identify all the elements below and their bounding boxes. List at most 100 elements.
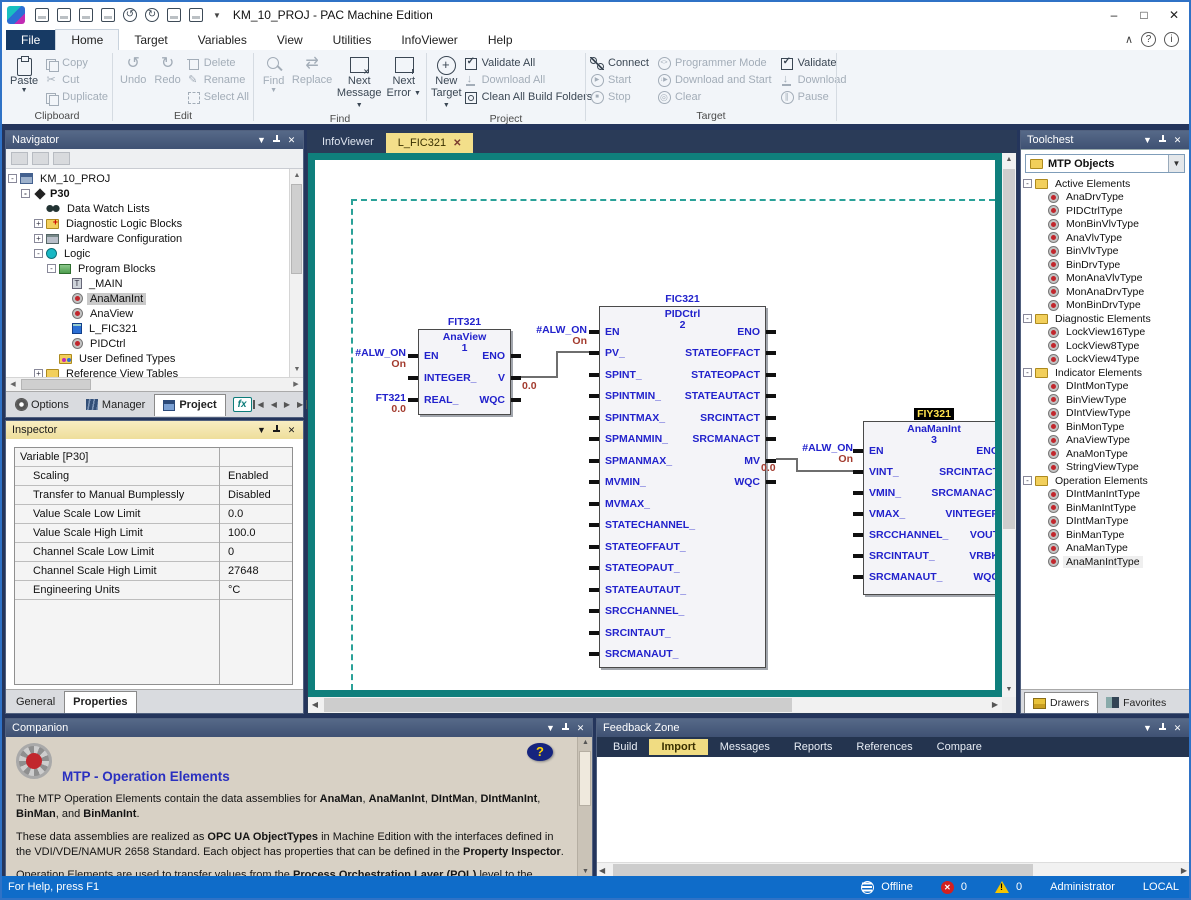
feedback-tab[interactable]: Reports (782, 739, 845, 755)
companion-close-icon[interactable]: ✕ (573, 723, 588, 734)
feedback-tab[interactable]: Build (601, 739, 649, 755)
nav-tool-icon-2[interactable] (32, 152, 49, 165)
tab-general[interactable]: General (8, 691, 63, 713)
replace-button[interactable]: ⇄ Replace (291, 52, 333, 112)
scroll-right-icon[interactable]: ▶ (289, 378, 303, 392)
vscroll-thumb[interactable] (579, 751, 591, 806)
fx-button[interactable]: fx (232, 397, 252, 412)
tree-expand-icon[interactable]: + (34, 369, 43, 377)
tab-project[interactable]: Project (154, 393, 226, 416)
inspector-close-icon[interactable]: ✕ (284, 425, 299, 436)
toolchest-item[interactable]: MonAnaVlvType (1021, 272, 1189, 286)
output-pin[interactable]: ENO (864, 440, 995, 461)
input-pin[interactable]: STATECHANNEL_ (589, 515, 765, 537)
toolchest-item[interactable]: AnaManType (1021, 542, 1189, 556)
toolchest-item[interactable]: AnaManIntType (1021, 555, 1189, 569)
feedback-pin-icon[interactable] (1155, 722, 1170, 734)
property-row[interactable]: Value Scale High Limit 100.0 (15, 524, 292, 543)
feedback-menu-icon[interactable]: ▼ (1140, 723, 1155, 733)
tree-expand-icon[interactable]: - (1023, 368, 1032, 378)
toolchest-item[interactable]: - Operation Elements (1021, 474, 1189, 488)
tree-expand-icon[interactable]: - (1023, 179, 1032, 189)
tab-drawers[interactable]: Drawers (1024, 692, 1099, 713)
info-icon[interactable]: i (1164, 32, 1179, 47)
output-pin[interactable]: SRCINTACT (600, 407, 776, 429)
tree-item[interactable]: AnaManInt (6, 291, 289, 306)
tab-options[interactable]: Options (8, 394, 77, 416)
redo-button[interactable]: ↻ Redo (151, 52, 183, 109)
download-and-start-button[interactable]: Download and Start (657, 72, 772, 88)
tree-expand-icon[interactable]: - (34, 249, 43, 258)
toolchest-item[interactable]: BinVlvType (1021, 245, 1189, 259)
output-pin[interactable]: WQC (419, 389, 521, 411)
output-pin[interactable]: STATEOPACT (600, 364, 776, 386)
start-button[interactable]: Start (590, 72, 649, 88)
property-row[interactable]: Value Scale Low Limit 0.0 (15, 505, 292, 524)
menu-tab[interactable]: Home (55, 29, 120, 50)
output-pin[interactable]: MV (600, 450, 776, 472)
scroll-down-icon[interactable]: ▼ (290, 363, 303, 377)
quick-access-customize-icon[interactable]: ▼ (213, 11, 221, 20)
tree-expand-icon[interactable]: - (1023, 476, 1032, 486)
toolchest-item[interactable]: MonBinVlvType (1021, 218, 1189, 232)
annotation-fic-en[interactable]: #ALW_ON On (521, 325, 587, 347)
inspector-menu-icon[interactable]: ▼ (254, 425, 269, 435)
toolchest-item[interactable]: LockView8Type (1021, 339, 1189, 353)
menu-tab[interactable]: View (262, 30, 318, 50)
toolchest-item[interactable]: DIntMonType (1021, 380, 1189, 394)
nav-tool-icon-1[interactable] (11, 152, 28, 165)
scroll-down-icon[interactable]: ▼ (1002, 683, 1016, 697)
minimize-button[interactable]: – (1099, 3, 1129, 27)
toolchest-menu-icon[interactable]: ▼ (1140, 135, 1155, 145)
wire-fit-v-to-fic-pv[interactable] (521, 376, 558, 378)
fbd-block-fic321[interactable]: FIC321 PIDCtrl 2 EN PV_ SPINT_ SPINTMIN_ SPI… (589, 293, 776, 668)
first-page-icon[interactable]: ◀ (252, 400, 267, 409)
companion-help-icon[interactable]: ? (527, 743, 553, 761)
save-all-icon[interactable] (57, 8, 71, 22)
property-row[interactable]: Variable [P30] (15, 448, 292, 467)
tab-infoviewer[interactable]: InfoViewer (310, 133, 386, 153)
new-target-button[interactable]: NewTarget ▼ (431, 52, 462, 112)
tab-l-fic321[interactable]: L_FIC321 ✕ (385, 133, 474, 153)
wire-fit-v-vertical[interactable] (556, 351, 558, 378)
companion-pin-icon[interactable] (558, 722, 573, 734)
scroll-left-icon[interactable]: ◀ (6, 378, 20, 392)
fbd-block-fit321[interactable]: FIT321 AnaView 1 EN INTEGER_ REAL_ ENO V WQC (408, 316, 521, 415)
programmer-mode-button[interactable]: Programmer Mode (657, 55, 772, 71)
editor-vscrollbar[interactable]: ▲ ▼ (1002, 153, 1016, 697)
tab-properties[interactable]: Properties (64, 690, 137, 713)
fbd-block-fiy321[interactable]: FIY321 AnaManInt 3 EN VINT_ VMIN_ VMAX_ SRCC… (853, 408, 995, 595)
output-pin[interactable]: ENO (600, 321, 776, 343)
open-folder-icon[interactable] (101, 8, 115, 22)
scroll-left-icon[interactable]: ◀ (308, 697, 322, 713)
fbd-canvas[interactable]: FIT321 AnaView 1 EN INTEGER_ REAL_ ENO V WQC… (315, 160, 995, 690)
tree-expand-icon[interactable]: - (1023, 314, 1032, 324)
connect-button[interactable]: Connect (590, 55, 649, 71)
warning-icon[interactable] (995, 881, 1009, 893)
clear-button[interactable]: Clear (657, 89, 772, 105)
output-pin[interactable]: VINTEGER (864, 503, 995, 524)
toolchest-item[interactable]: BinManIntType (1021, 501, 1189, 515)
toolchest-item[interactable]: BinManType (1021, 528, 1189, 542)
menu-tab[interactable]: InfoViewer (386, 30, 472, 50)
toolchest-item[interactable]: - Indicator Elements (1021, 366, 1189, 380)
error-icon[interactable]: ✕ (940, 880, 954, 894)
menu-tab[interactable]: File (6, 30, 56, 50)
input-pin[interactable]: SRCMANAUT_ (589, 644, 765, 666)
toolchest-item[interactable]: DIntViewType (1021, 407, 1189, 421)
save-icon[interactable] (35, 8, 49, 22)
toolchest-item[interactable]: LockView4Type (1021, 353, 1189, 367)
output-pin[interactable]: V (419, 367, 521, 389)
input-pin[interactable]: STATEOPAUT_ (589, 558, 765, 580)
tab-favorites[interactable]: Favorites (1098, 692, 1174, 713)
property-row[interactable]: Channel Scale High Limit 27648 (15, 562, 292, 581)
navigator-pin-icon[interactable] (269, 134, 284, 146)
output-pin[interactable]: WQC (600, 472, 776, 494)
annotation-fit-real[interactable]: FT321 0.0 (340, 393, 406, 415)
menu-tab[interactable]: Help (473, 30, 528, 50)
input-pin[interactable]: STATEAUTAUT_ (589, 579, 765, 601)
copy-button[interactable]: Copy (44, 55, 108, 72)
tree-item[interactable]: + Diagnostic Logic Blocks (6, 216, 289, 231)
annotation-fiy-en[interactable]: #ALW_ON On (785, 443, 853, 465)
toolchest-item[interactable]: PIDCtrlType (1021, 204, 1189, 218)
